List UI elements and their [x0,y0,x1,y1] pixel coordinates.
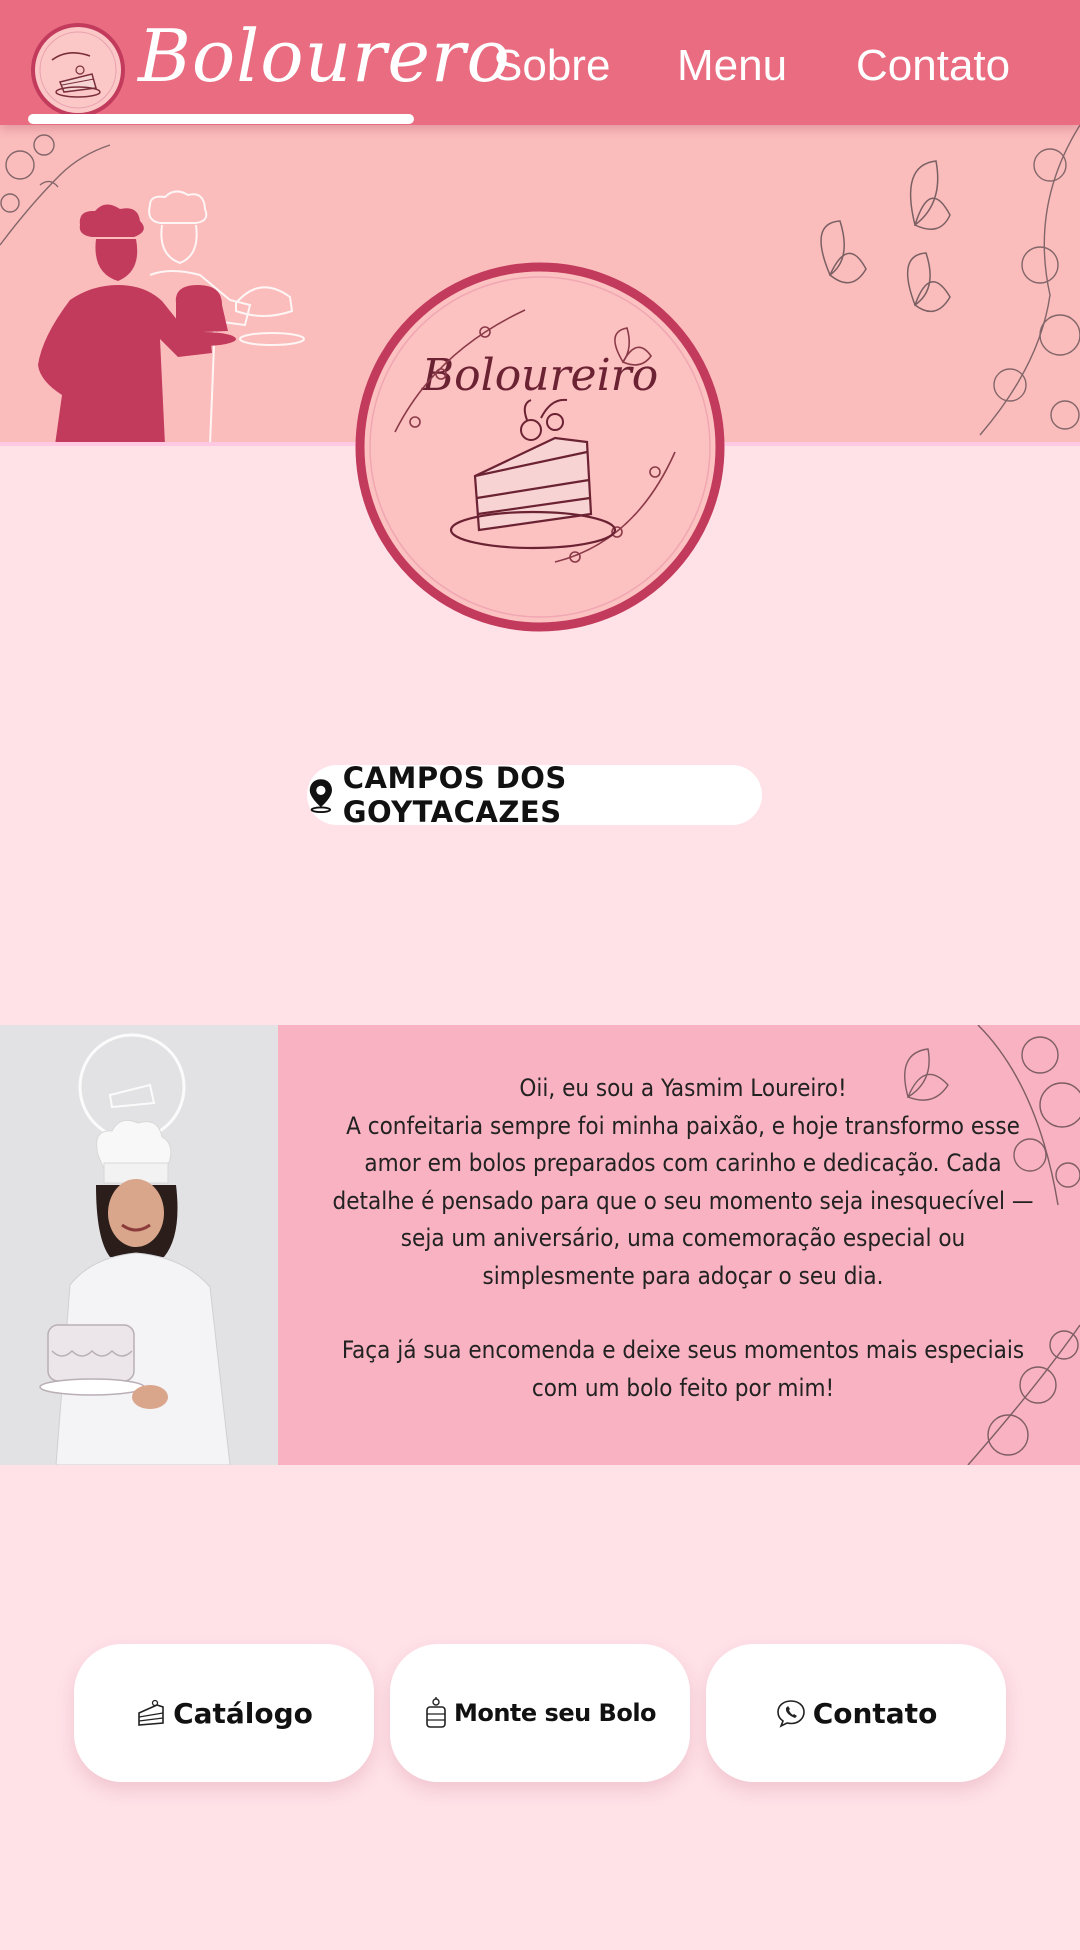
butterfly-icon [820,160,951,313]
baker-portrait-image [0,1025,278,1465]
monte-seu-bolo-button[interactable]: Monte seu Bolo [390,1644,690,1782]
flower-right-icon [979,125,1080,436]
nav-menu[interactable]: Menu [677,44,787,88]
brand-logo-icon[interactable] [30,22,126,118]
chat-phone-icon [776,1700,805,1728]
about-section: Oii, eu sou a Yasmim Loureiro! A confeit… [0,1025,1080,1465]
contato-button[interactable]: Contato [706,1644,1006,1782]
cake-slice-icon [138,1699,164,1726]
top-header: Bolourero Sobre Menu Contato [0,0,1080,125]
catalogo-button[interactable]: Catálogo [74,1644,374,1782]
bakery-logo-icon: Boloureiro [355,262,725,632]
location-text: CAMPOS DOS GOYTACAZES [342,761,567,829]
location-pill: CAMPOS DOS GOYTACAZES [307,761,762,829]
logo-text: Boloureiro [421,350,658,401]
location-pin-icon [309,779,332,814]
about-paragraph-2: Faça já sua encomenda e deixe seus momen… [341,1336,1025,1402]
brand-title[interactable]: Bolourero [138,20,511,92]
catalogo-label: Catálogo [173,1696,313,1730]
baker-photo [0,1025,278,1465]
monte-seu-bolo-label: Monte seu Bolo [453,1699,657,1727]
chef-silhouette-icon [38,204,236,445]
nav-sobre[interactable]: Sobre [493,44,610,88]
brand-underline [28,114,414,124]
about-paragraph-1: A confeitaria sempre foi minha paixão, e… [332,1111,1034,1290]
nav-contato[interactable]: Contato [856,44,1010,88]
about-text: Oii, eu sou a Yasmim Loureiro! A confeit… [328,1070,1038,1407]
layer-cake-icon [426,1697,446,1728]
about-greeting: Oii, eu sou a Yasmim Loureiro! [519,1074,847,1102]
about-text-panel: Oii, eu sou a Yasmim Loureiro! A confeit… [278,1025,1080,1465]
contato-label: Contato [812,1696,938,1730]
